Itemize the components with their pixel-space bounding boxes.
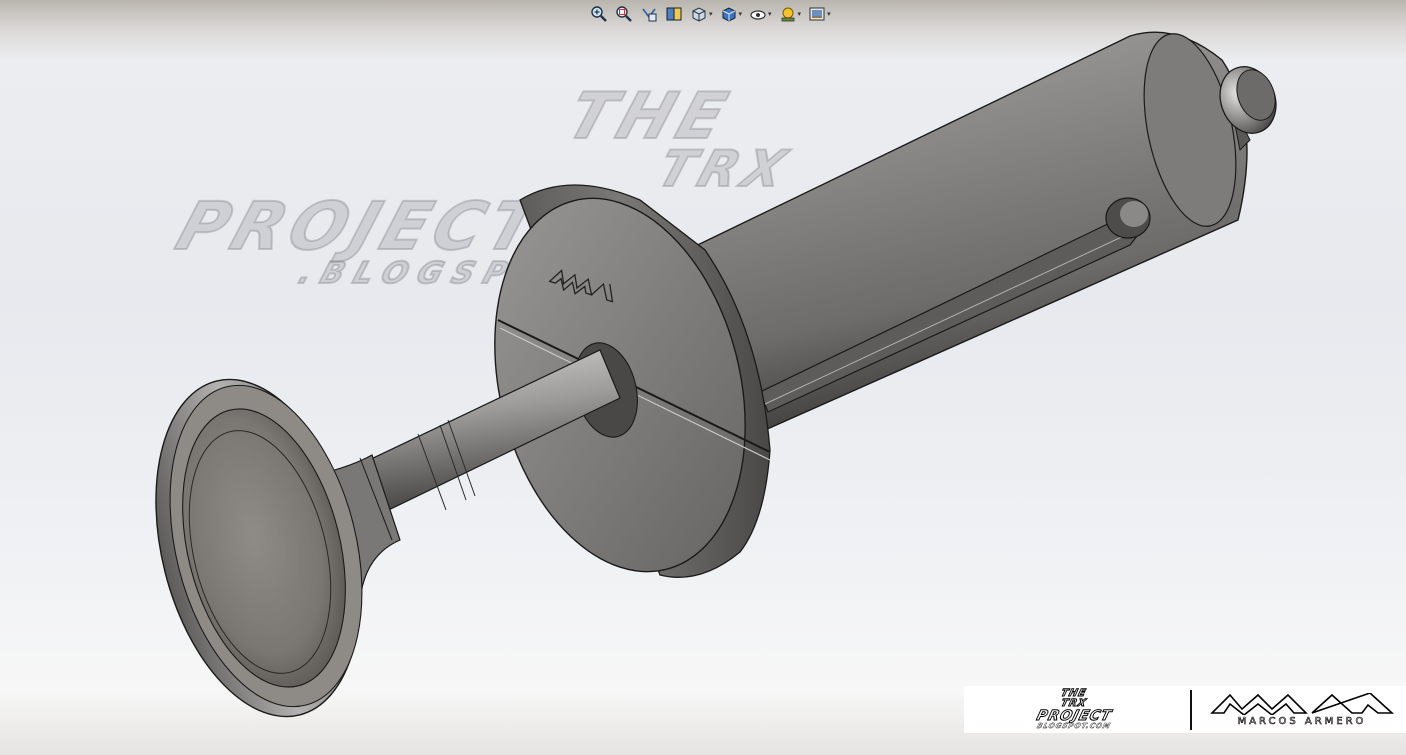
trx-logo-line-3: PROJECT (1034, 708, 1114, 725)
logo-divider (1190, 689, 1192, 730)
graphics-viewport[interactable]: ▾ ▾ ▾ ▾ ▾ THE TRX PROJECT .BLOGSPOT.COM … (0, 0, 1406, 755)
trx-project-logo: THE TRX PROJECT BLOGSPOT.COM (964, 686, 1184, 733)
ma-logo-icon (1210, 692, 1395, 715)
logo-banner: THE TRX PROJECT BLOGSPOT.COM MARCOS ARME… (964, 686, 1406, 733)
valve-head (155, 378, 363, 718)
valve-spring-tool-model[interactable] (0, 0, 1406, 755)
marcos-armero-logo: MARCOS ARMERO (1198, 686, 1406, 733)
ma-logo-name: MARCOS ARMERO (1237, 715, 1367, 727)
trx-logo-line-4: BLOGSPOT.COM (1036, 722, 1113, 730)
